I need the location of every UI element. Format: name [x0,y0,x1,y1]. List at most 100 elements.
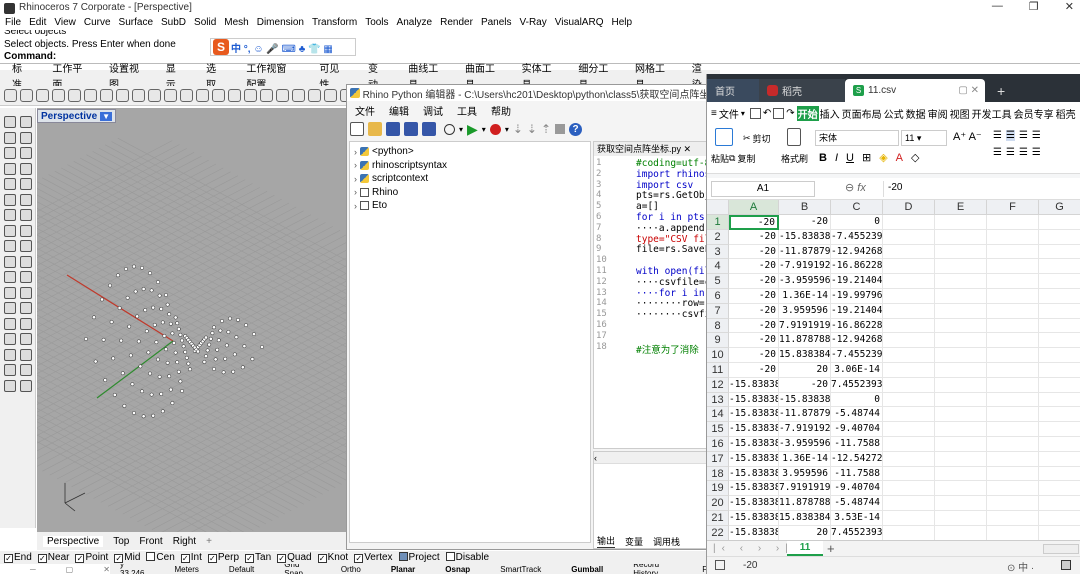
point-object[interactable] [234,335,239,340]
four-views-icon[interactable] [116,89,129,102]
point-object[interactable] [100,297,104,302]
wps-menu-item[interactable]: 开始 [796,105,819,121]
cell[interactable] [987,303,1039,319]
array-icon[interactable] [20,317,32,330]
surface-icon[interactable] [4,193,16,206]
point-object[interactable] [140,265,144,270]
cell[interactable]: -20 [729,333,779,349]
search-icon[interactable] [444,123,455,135]
wps-menu-item[interactable]: 视图 [949,106,971,121]
cell[interactable] [987,289,1039,304]
cell[interactable] [935,496,987,511]
python-menu-item[interactable]: 工具 [457,103,477,118]
align-bottom-icon[interactable]: ☰ [1019,130,1028,141]
status-item[interactable]: Record History [633,564,672,574]
cell[interactable] [935,259,987,275]
cell[interactable] [987,229,1039,245]
cell[interactable]: -20 [729,289,779,304]
cell[interactable] [883,303,935,319]
cell[interactable] [883,289,935,304]
tab-csv[interactable]: S 11.csv ▢ ✕ [845,79,985,102]
justify-icon[interactable]: ☰ [1032,147,1041,158]
output-tab[interactable]: 输出 [597,534,616,548]
osnap-quad[interactable]: ✓ Quad [277,552,312,563]
point-object[interactable] [204,354,208,359]
join-icon[interactable] [4,271,16,283]
menu-item-dimension[interactable]: Dimension [257,15,304,30]
sphere-icon[interactable] [260,89,273,102]
properties-icon[interactable] [148,89,161,102]
chevron-down-icon[interactable]: ▾ [505,125,509,134]
cell[interactable]: -7.455239 [831,229,883,245]
point-object[interactable] [218,328,223,333]
cell[interactable]: -19.99796 [831,289,883,304]
boolean-union-icon[interactable] [4,240,16,252]
row-header[interactable]: 12 [707,377,729,393]
checkbox-icon[interactable] [445,552,455,561]
font-size-select[interactable]: 11 ▾ [901,130,947,146]
point-object[interactable] [101,337,106,342]
move-icon[interactable] [4,286,16,299]
cell[interactable] [883,244,935,260]
osnap-tan[interactable]: ✓ Tan [245,552,271,563]
cell[interactable]: -11.87879 [779,244,831,260]
cell[interactable] [883,392,935,408]
cell[interactable] [935,422,987,437]
cell[interactable] [883,377,935,393]
point-object[interactable] [112,392,117,397]
cell[interactable]: -3.959596 [779,274,831,289]
point-object[interactable] [148,271,152,276]
tree-item[interactable]: › scriptcontext [354,173,428,184]
point-object[interactable] [220,319,224,323]
cell[interactable]: -15.83838 [729,392,779,408]
point-object[interactable] [181,344,186,349]
cell[interactable] [883,437,935,452]
cell[interactable]: 20 [779,525,831,540]
code-editor[interactable]: 获取空间点阵坐标.py ✕ 1 #coding=utf-8 2 import rhin… [593,141,715,449]
menu-file[interactable]: 文件 [719,106,739,121]
cell[interactable] [1039,333,1080,349]
cell[interactable] [1039,481,1080,497]
point-object[interactable] [84,337,88,341]
dimension-icon[interactable] [20,333,32,345]
cell[interactable] [883,407,935,423]
cell[interactable]: -15.83838 [729,481,779,497]
point-object[interactable] [111,356,116,361]
cell[interactable] [883,318,935,334]
osnap-project[interactable]: Project [398,552,440,563]
wps-menu-item[interactable]: 开发工具 [971,106,1013,121]
ime-toolbar[interactable]: S 中 °, ☺ 🎤 ⌨ ♣ 👕 ▦ [210,38,356,56]
point-object[interactable] [135,314,140,319]
cell[interactable]: -11.7588 [831,466,883,482]
point-object[interactable] [180,338,184,343]
cell[interactable] [935,303,987,319]
scale-icon[interactable] [20,302,32,314]
horizontal-scrollbar[interactable] [1043,544,1079,554]
cell[interactable] [883,511,935,526]
point-object[interactable] [151,413,156,418]
cell[interactable] [987,525,1039,540]
paste-label[interactable]: 粘贴 [711,152,729,165]
point-object[interactable] [127,324,132,329]
point-object[interactable] [168,321,173,326]
cell[interactable] [1039,511,1080,526]
osnap-vertex[interactable]: ✓ Vertex [354,552,393,563]
cell[interactable]: -20 [729,259,779,275]
cell[interactable] [987,274,1039,289]
text-icon[interactable] [4,333,16,345]
cell[interactable] [935,363,987,378]
point-object[interactable] [224,343,229,348]
point-object[interactable] [176,327,181,331]
menu-item-transform[interactable]: Transform [312,15,357,30]
osnap-perp[interactable]: ✓ Perp [207,552,239,563]
cell[interactable] [987,407,1039,423]
status-item[interactable]: Osnap [445,565,470,574]
point-object[interactable] [213,357,218,362]
point-object[interactable] [186,361,191,366]
checkbox-icon[interactable]: ✓ [245,554,255,563]
minimize-icon[interactable]: — [992,0,1003,13]
point-object[interactable] [178,332,183,337]
row-header[interactable]: 18 [707,466,729,482]
cell[interactable] [935,215,987,230]
cell[interactable] [987,259,1039,275]
